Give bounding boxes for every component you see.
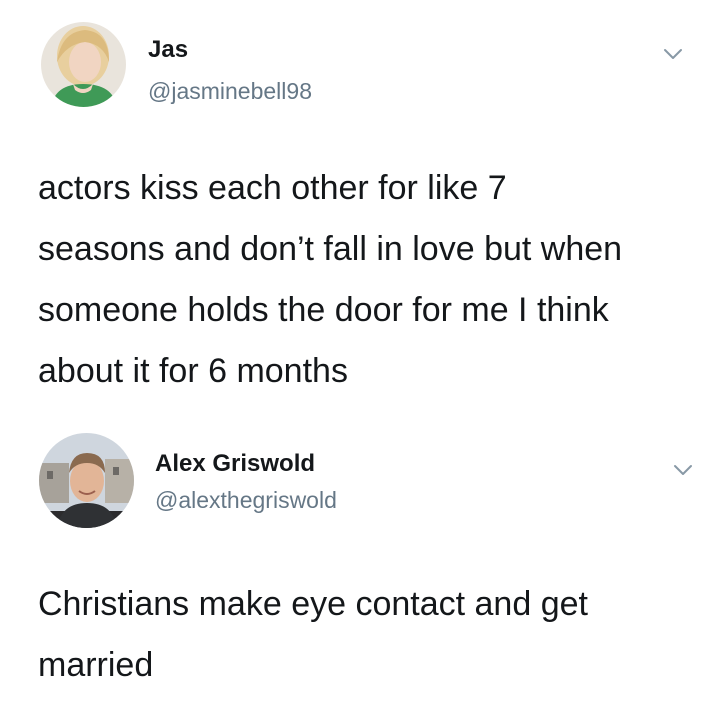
chevron-down-icon[interactable] <box>673 464 693 476</box>
display-name[interactable]: Alex Griswold <box>155 450 315 478</box>
tweet-text-line: seasons and don’t fall in love but when <box>38 230 623 268</box>
tweet-jas: Jas @jasminebell98 actors kiss each othe… <box>0 0 720 420</box>
tweet-text-line: Christians make eye contact and get <box>38 585 588 623</box>
user-handle[interactable]: @alexthegriswold <box>155 487 337 514</box>
profile-photo-icon <box>39 433 134 528</box>
jas-avatar[interactable] <box>41 22 126 107</box>
tweet-text-line: actors kiss each other for like 7 <box>38 169 507 207</box>
tweet-text-line: married <box>38 646 154 684</box>
tweet-text-line: someone holds the door for me I think <box>38 291 609 329</box>
tweet-text: Christians make eye contact and get marr… <box>38 574 698 696</box>
display-name[interactable]: Jas <box>148 36 188 64</box>
alex-griswold-avatar[interactable] <box>39 433 134 528</box>
tweet-text-line: about it for 6 months <box>38 352 348 390</box>
chevron-down-icon[interactable] <box>663 48 683 60</box>
user-handle[interactable]: @jasminebell98 <box>148 78 312 105</box>
tweet-alex-griswold: Alex Griswold @alexthegriswold Christian… <box>0 420 720 722</box>
profile-photo-icon <box>41 22 126 107</box>
tweet-text: actors kiss each other for like 7 season… <box>38 158 698 402</box>
